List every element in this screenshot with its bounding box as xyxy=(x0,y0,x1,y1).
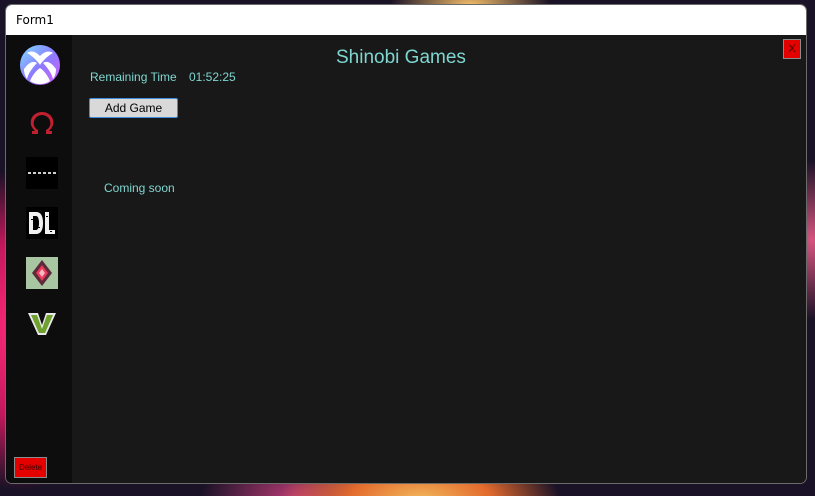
sekiro-logo-icon[interactable] xyxy=(26,157,58,189)
delete-button[interactable]: Delete xyxy=(14,457,47,478)
close-button[interactable]: X xyxy=(783,39,801,59)
window-title: Form1 xyxy=(16,13,54,27)
add-game-button[interactable]: Add Game xyxy=(89,98,178,118)
title-bar[interactable]: Form1 xyxy=(6,5,806,35)
close-button-label: X xyxy=(788,43,796,55)
client-area: Delete Shinobi Games X Remaining Time 01… xyxy=(6,35,806,483)
add-game-button-label: Add Game xyxy=(104,101,163,115)
app-window: Form1 Delete Shinobi Games X Remaining T… xyxy=(5,4,807,484)
game-sidebar: Delete xyxy=(6,35,72,483)
gta-v-logo-icon[interactable] xyxy=(26,307,58,339)
dying-light-logo-icon[interactable] xyxy=(26,207,58,239)
no-mans-sky-icon[interactable] xyxy=(26,257,58,289)
remaining-time-value: 01:52:25 xyxy=(189,70,236,84)
god-of-war-omega-icon[interactable] xyxy=(26,108,58,140)
delete-button-label: Delete xyxy=(18,463,43,472)
remaining-time-label: Remaining Time xyxy=(90,70,177,84)
xbox-logo-icon[interactable] xyxy=(18,43,62,87)
page-title-text: Shinobi Games xyxy=(336,47,466,68)
coming-soon-text: Coming soon xyxy=(104,181,175,195)
